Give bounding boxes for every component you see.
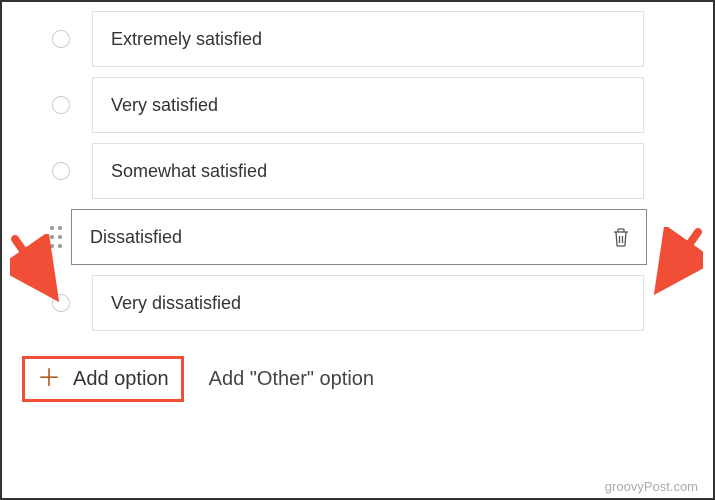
radio-icon	[52, 96, 70, 114]
option-row[interactable]: Extremely satisfied	[32, 6, 713, 72]
add-option-label: Add option	[73, 368, 169, 391]
option-text-field[interactable]: Very dissatisfied	[92, 275, 644, 331]
option-text-field[interactable]: Somewhat satisfied	[92, 143, 644, 199]
option-label: Extremely satisfied	[111, 29, 262, 50]
option-row-focused[interactable]: Dissatisfied	[32, 204, 713, 270]
annotation-arrow-right	[648, 227, 703, 295]
option-text-field[interactable]: Very satisfied	[92, 77, 644, 133]
watermark-text: groovyPost.com	[605, 479, 698, 494]
option-text-field[interactable]: Dissatisfied	[71, 209, 647, 265]
add-option-button[interactable]: ＋ Add option	[22, 356, 184, 402]
option-row[interactable]: Very dissatisfied	[32, 270, 713, 336]
delete-icon[interactable]	[611, 226, 631, 248]
radio-icon	[52, 30, 70, 48]
option-label: Very satisfied	[111, 95, 218, 116]
annotation-arrow-left	[10, 234, 65, 302]
option-label: Dissatisfied	[90, 227, 182, 248]
plus-icon: ＋	[37, 367, 61, 391]
add-other-option-button[interactable]: Add "Other" option	[209, 368, 374, 391]
add-other-label: Add "Other" option	[209, 368, 374, 390]
form-editor-panel: Extremely satisfied Very satisfied Somew…	[0, 0, 715, 500]
option-label: Very dissatisfied	[111, 293, 241, 314]
option-row[interactable]: Somewhat satisfied	[32, 138, 713, 204]
option-row[interactable]: Very satisfied	[32, 72, 713, 138]
radio-icon	[52, 162, 70, 180]
option-controls: ＋ Add option Add "Other" option	[2, 336, 713, 402]
option-label: Somewhat satisfied	[111, 161, 267, 182]
option-text-field[interactable]: Extremely satisfied	[92, 11, 644, 67]
